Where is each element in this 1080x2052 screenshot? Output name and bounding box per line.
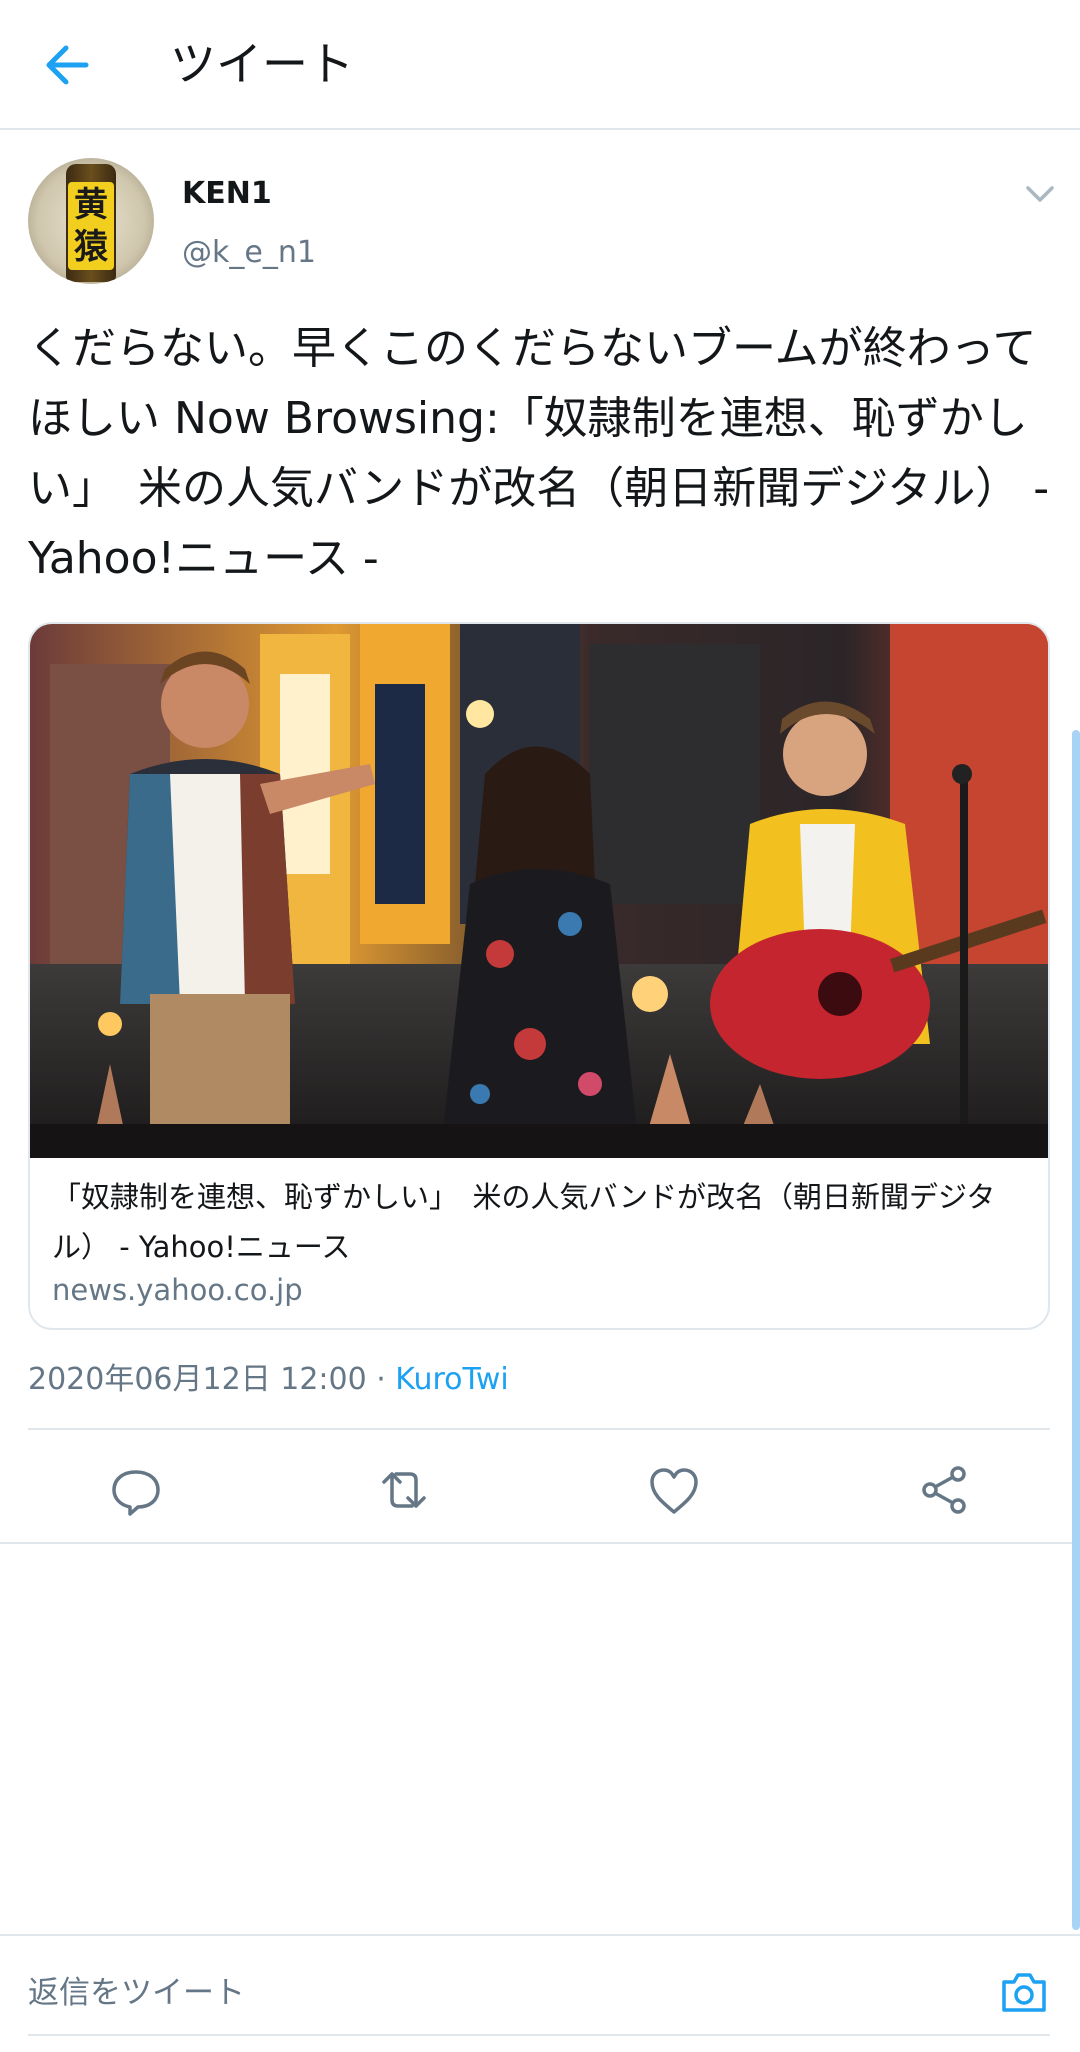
- heart-icon: [650, 1468, 698, 1514]
- reply-icon: [112, 1470, 160, 1516]
- back-button[interactable]: [36, 30, 106, 100]
- avatar-logo-text: 黄猿: [74, 185, 108, 267]
- link-card[interactable]: 「奴隷制を連想、恥ずかしい」 米の人気バンドが改名（朝日新聞デジタル） - Ya…: [28, 622, 1050, 1330]
- reply-input[interactable]: 返信をツイート: [28, 1972, 928, 2014]
- top-bar: ツイート: [0, 0, 1080, 130]
- scrollbar[interactable]: [1072, 730, 1080, 1930]
- author-name[interactable]: KEN1: [182, 175, 272, 213]
- card-image: [30, 624, 1048, 1158]
- reply-button[interactable]: [106, 1460, 166, 1520]
- camera-button[interactable]: [998, 1966, 1050, 2018]
- card-title: 「奴隷制を連想、恥ずかしい」 米の人気バンドが改名（朝日新聞デジタル） - Ya…: [52, 1180, 996, 1264]
- camera-icon: [1002, 1973, 1046, 2012]
- card-domain: news.yahoo.co.jp: [52, 1273, 303, 1307]
- author-handle[interactable]: @k_e_n1: [182, 234, 316, 272]
- tweet-text: くだらない。早くこのくだらないブームが終わってほしい Now Browsing:…: [28, 323, 1050, 584]
- divider: [28, 1428, 1050, 1430]
- share-icon: [922, 1466, 966, 1514]
- retweet-button[interactable]: [374, 1460, 434, 1520]
- page-title: ツイート: [170, 37, 354, 91]
- arrow-left-icon: [46, 45, 89, 85]
- chevron-down-icon: [1026, 186, 1054, 202]
- timestamp: 2020年06月12日 12:00: [28, 1362, 367, 1397]
- divider: [0, 1542, 1080, 1544]
- retweet-icon: [382, 1472, 426, 1508]
- like-button[interactable]: [644, 1460, 704, 1520]
- tweet-meta: 2020年06月12日 12:00 · KuroTwi: [28, 1360, 509, 1400]
- via-client-link[interactable]: KuroTwi: [395, 1362, 508, 1397]
- tweet-options-button[interactable]: [1022, 180, 1058, 208]
- divider: [0, 1934, 1080, 1936]
- avatar[interactable]: 黄猿: [28, 158, 154, 284]
- reply-underline: [28, 2034, 1050, 2036]
- share-button[interactable]: [914, 1460, 974, 1520]
- meta-separator: ·: [366, 1362, 396, 1397]
